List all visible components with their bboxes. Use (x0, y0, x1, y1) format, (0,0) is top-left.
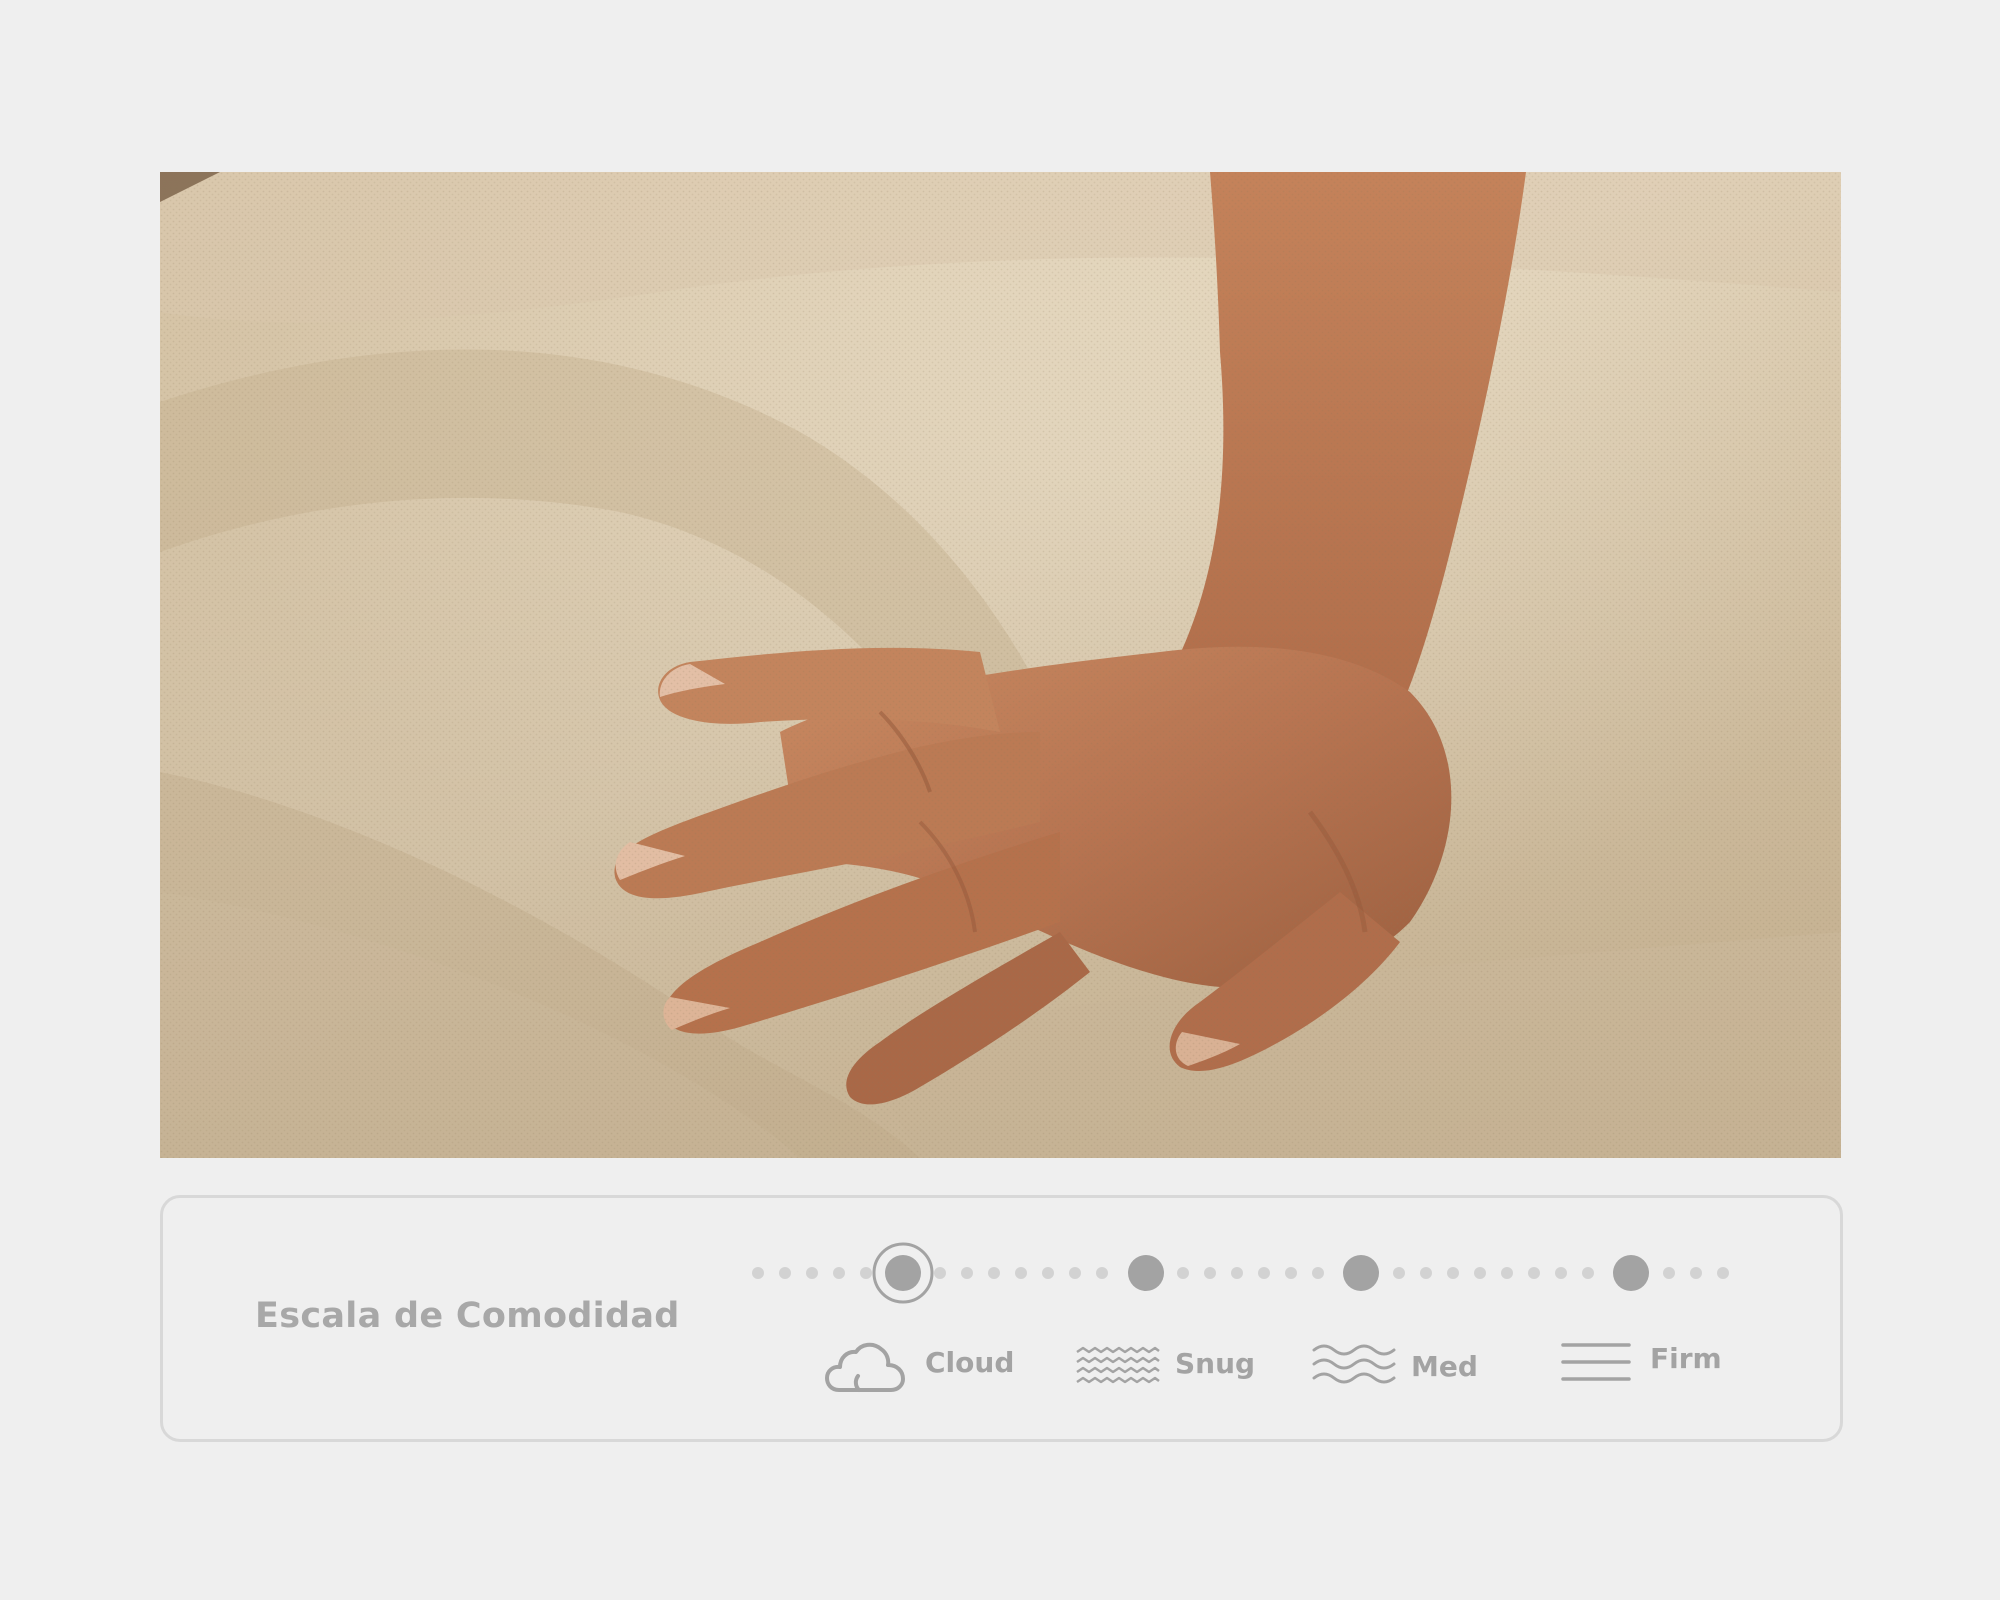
level-cloud[interactable]: Cloud (825, 1340, 1045, 1400)
slider-stop-med[interactable] (1343, 1255, 1379, 1291)
lines-icon (1561, 1343, 1631, 1381)
page: Escala de Comodidad Cloud Snug Med Firm (0, 0, 2000, 1600)
level-label-med: Med (1411, 1350, 1478, 1383)
level-snug[interactable]: Snug (1075, 1340, 1275, 1400)
slider-knob-cloud[interactable] (872, 1242, 934, 1304)
cloud-icon (825, 1342, 905, 1392)
waves-icon (1312, 1344, 1396, 1384)
level-firm[interactable]: Firm (1560, 1340, 1760, 1400)
level-med[interactable]: Med (1311, 1340, 1511, 1400)
level-label-cloud: Cloud (925, 1346, 1015, 1379)
comfort-scale-title: Escala de Comodidad (255, 1296, 680, 1336)
comfort-scale-card: Escala de Comodidad Cloud Snug Med Firm (160, 1195, 1843, 1442)
mattress-hand-photo (160, 172, 1841, 1158)
comfort-slider[interactable] (733, 1238, 1743, 1308)
slider-stop-snug[interactable] (1128, 1255, 1164, 1291)
level-label-snug: Snug (1175, 1347, 1256, 1380)
slider-stop-firm[interactable] (1613, 1255, 1649, 1291)
level-label-firm: Firm (1650, 1342, 1722, 1375)
zigzag-waves-icon (1076, 1346, 1160, 1384)
